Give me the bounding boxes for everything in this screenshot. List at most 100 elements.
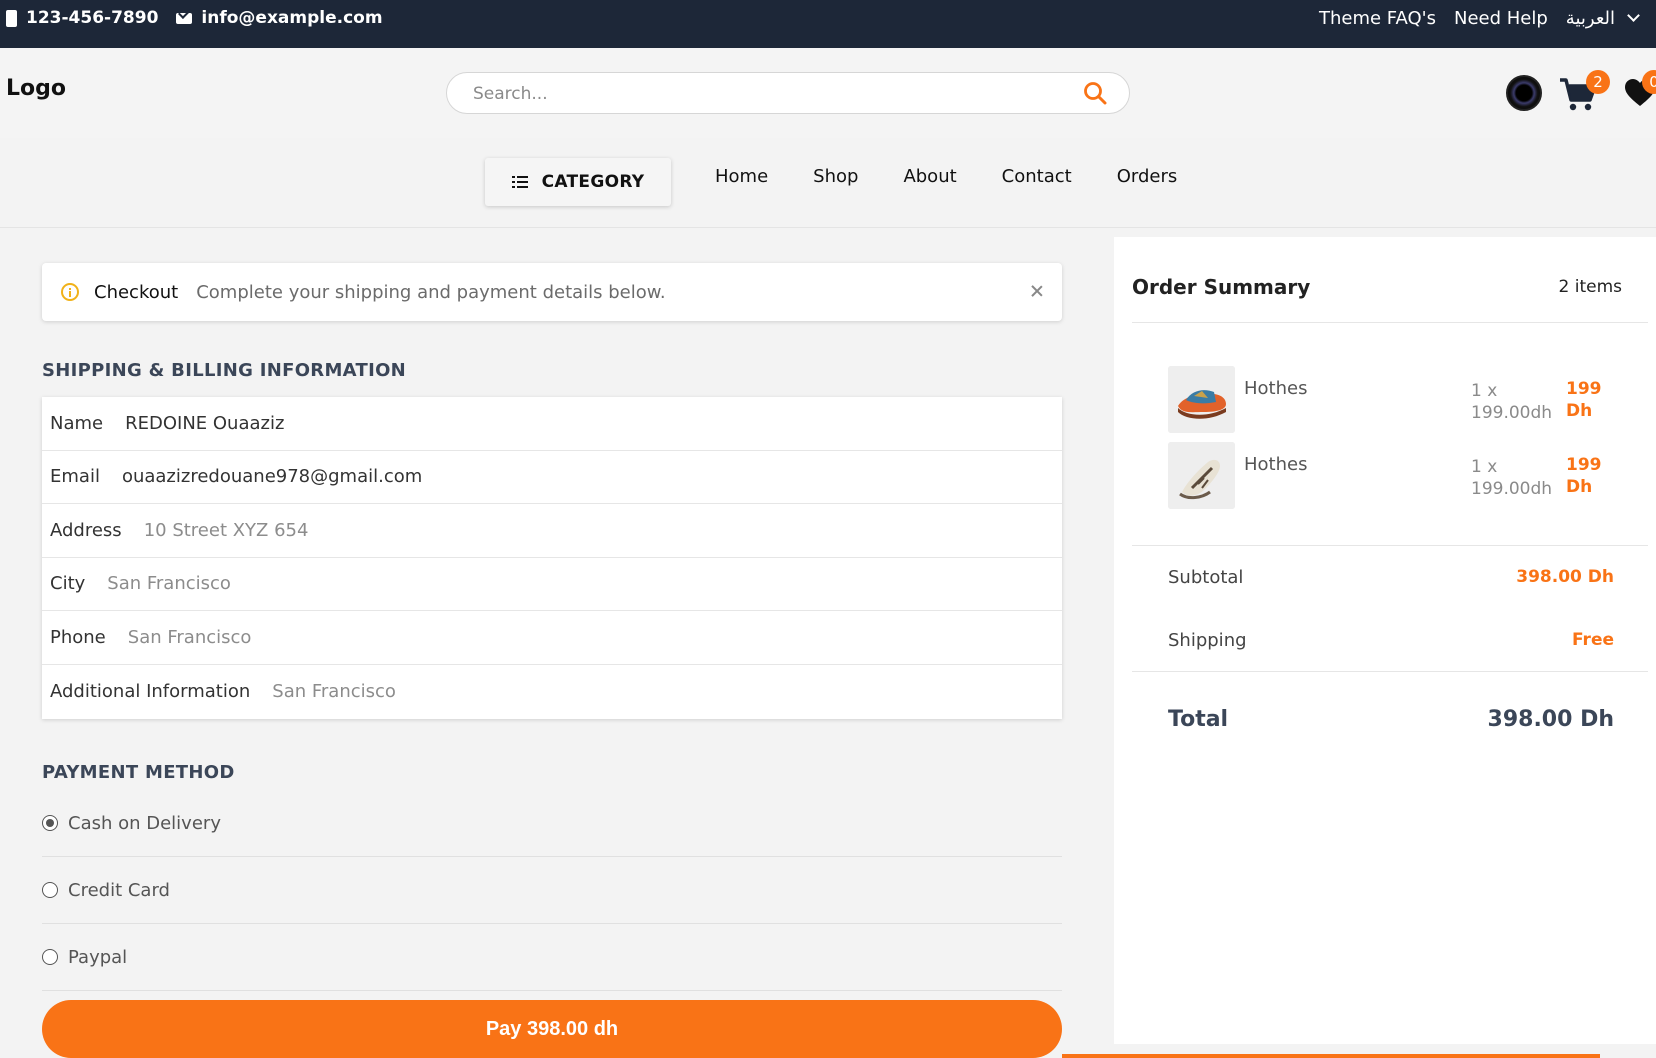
form-row-name: Name — [42, 397, 1062, 451]
subtotal-label: Subtotal — [1168, 567, 1244, 588]
total-value: 398.00 Dh — [1487, 707, 1614, 732]
search-bar — [446, 72, 1130, 114]
chevron-down-icon — [1627, 8, 1640, 22]
form-row-additional-info: Additional Information — [42, 665, 1062, 719]
form-row-address: Address — [42, 504, 1062, 558]
top-links: Theme FAQ's Need Help العربية — [1319, 0, 1640, 36]
shipping-section-title: SHIPPING & BILLING INFORMATION — [42, 360, 407, 381]
phone-icon — [6, 9, 17, 27]
summary-title: Order Summary — [1132, 275, 1311, 299]
search-icon[interactable] — [1083, 81, 1107, 105]
credit-card-label: Credit Card — [68, 879, 170, 901]
shipping-form: Name Email Address City Phone Additional… — [42, 397, 1062, 719]
product-name: Hothes — [1244, 454, 1308, 475]
product-name: Hothes — [1244, 378, 1308, 399]
additional-info-label: Additional Information — [50, 680, 251, 702]
cart-count-badge: 2 — [1586, 70, 1610, 94]
form-row-city: City — [42, 558, 1062, 611]
address-label: Address — [50, 519, 122, 541]
theme-faq-link[interactable]: Theme FAQ's — [1319, 8, 1436, 29]
email-label: Email — [50, 466, 100, 488]
product-price: 199 Dh — [1566, 378, 1602, 422]
paypal-label: Paypal — [68, 946, 128, 968]
city-label: City — [50, 573, 86, 595]
cod-label: Cash on Delivery — [68, 812, 221, 834]
summary-divider — [1132, 671, 1648, 672]
product-unit-price: 199.00dh — [1471, 403, 1553, 423]
product-qty-count: 1 x — [1471, 457, 1498, 477]
shipping-row: Shipping Free — [1168, 630, 1614, 651]
subtotal-value: 398.00 Dh — [1516, 567, 1614, 587]
pay-button[interactable]: Pay 398.00 dh — [42, 1000, 1062, 1058]
nav-item-orders[interactable]: Orders — [1117, 166, 1178, 187]
product-price-currency: Dh — [1566, 401, 1593, 421]
summary-item-count: 2 items — [1558, 277, 1622, 297]
info-icon — [61, 283, 79, 301]
product-price-amount: 199 — [1566, 379, 1602, 399]
email-address: info@example.com — [201, 8, 383, 28]
credit-card-radio[interactable] — [42, 882, 58, 898]
logo[interactable]: Logo — [6, 76, 66, 101]
site-header: Logo 2 0 — [0, 48, 1656, 138]
total-label: Total — [1168, 707, 1229, 732]
payment-option-cod[interactable]: Cash on Delivery — [42, 790, 1062, 857]
list-icon — [511, 175, 528, 189]
nav-menu: Home Shop About Contact Orders — [715, 166, 1177, 187]
phone-number: 123-456-7890 — [26, 8, 159, 28]
language-select[interactable]: العربية — [1565, 7, 1640, 29]
payment-section-title: PAYMENT METHOD — [42, 762, 235, 783]
category-button[interactable]: CATEGORY — [485, 158, 671, 206]
product-unit-price: 199.00dh — [1471, 479, 1553, 499]
search-input[interactable] — [473, 82, 1053, 106]
contact-info: 123-456-7890 info@example.com — [6, 0, 383, 36]
need-help-link[interactable]: Need Help — [1454, 8, 1548, 29]
nav-item-contact[interactable]: Contact — [1002, 166, 1072, 187]
header-actions: 2 0 — [1506, 70, 1656, 116]
bottom-accent-strip — [1062, 1054, 1600, 1058]
top-bar: 123-456-7890 info@example.com Theme FAQ'… — [0, 0, 1656, 48]
product-qty: 1 x 199.00dh — [1471, 456, 1561, 500]
nav-item-shop[interactable]: Shop — [813, 166, 858, 187]
nav-item-home[interactable]: Home — [715, 166, 768, 187]
order-summary: Order Summary 2 items Hothes 1 x 199.00d… — [1114, 237, 1656, 1044]
summary-item: Hothes 1 x 199.00dh 199 Dh — [1168, 442, 1648, 510]
form-row-phone: Phone — [42, 611, 1062, 665]
phone-contact[interactable]: 123-456-7890 — [6, 8, 158, 28]
category-label: CATEGORY — [541, 172, 645, 192]
product-price-amount: 199 — [1566, 455, 1602, 475]
main-nav: CATEGORY Home Shop About Contact Orders — [0, 138, 1656, 228]
product-thumbnail[interactable] — [1168, 442, 1235, 509]
product-thumbnail[interactable] — [1168, 366, 1235, 433]
close-icon[interactable] — [1030, 284, 1044, 298]
shipping-value: Free — [1572, 630, 1614, 650]
checkout-alert: Checkout Complete your shipping and paym… — [42, 263, 1062, 321]
product-qty: 1 x 199.00dh — [1471, 380, 1561, 424]
name-field[interactable] — [125, 412, 1062, 434]
mail-icon — [176, 12, 193, 24]
address-field[interactable] — [143, 519, 1062, 541]
alert-title: Checkout — [94, 281, 179, 303]
summary-divider — [1132, 545, 1648, 546]
user-avatar-icon[interactable] — [1506, 75, 1542, 111]
summary-item: Hothes 1 x 199.00dh 199 Dh — [1168, 366, 1648, 434]
nav-item-about[interactable]: About — [903, 166, 956, 187]
city-field[interactable] — [107, 573, 1062, 595]
phone-label: Phone — [50, 626, 106, 648]
total-row: Total 398.00 Dh — [1168, 707, 1614, 732]
payment-option-paypal[interactable]: Paypal — [42, 924, 1062, 991]
paypal-radio[interactable] — [42, 949, 58, 965]
email-contact[interactable]: info@example.com — [176, 8, 383, 28]
alert-message: Complete your shipping and payment detai… — [196, 281, 666, 303]
cod-radio[interactable] — [42, 815, 58, 831]
email-field[interactable] — [121, 466, 1062, 488]
product-price-currency: Dh — [1566, 477, 1593, 497]
form-row-email: Email — [42, 451, 1062, 504]
name-label: Name — [50, 412, 104, 434]
payment-option-credit-card[interactable]: Credit Card — [42, 857, 1062, 924]
product-qty-count: 1 x — [1471, 381, 1498, 401]
shipping-label: Shipping — [1168, 630, 1247, 651]
phone-field[interactable] — [127, 626, 1062, 648]
additional-info-field[interactable] — [272, 680, 1062, 702]
subtotal-row: Subtotal 398.00 Dh — [1168, 567, 1614, 588]
language-label: العربية — [1565, 7, 1615, 29]
